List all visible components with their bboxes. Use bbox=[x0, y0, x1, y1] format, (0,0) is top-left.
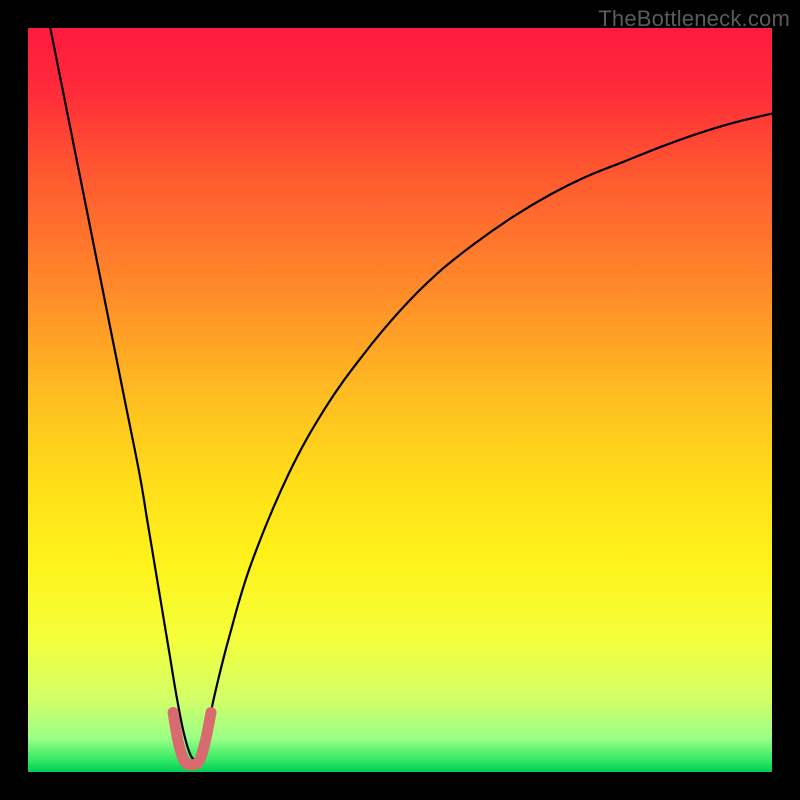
plot-area bbox=[28, 28, 772, 772]
gradient-background bbox=[28, 28, 772, 772]
chart-frame: TheBottleneck.com bbox=[0, 0, 800, 800]
chart-svg bbox=[28, 28, 772, 772]
